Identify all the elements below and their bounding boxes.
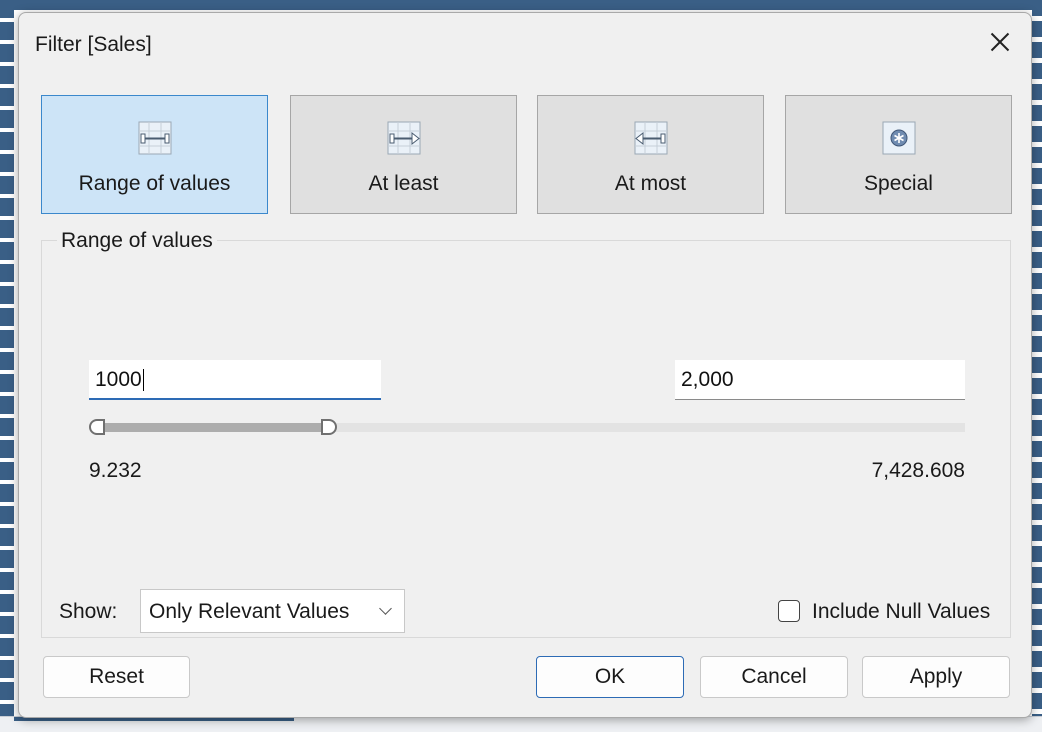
domain-max-label: 7,428.608 — [871, 459, 965, 482]
mode-range-of-values-button[interactable]: Range of values — [41, 95, 268, 214]
mode-label: At least — [368, 172, 439, 195]
dialog-title: Filter [Sales] — [35, 33, 152, 56]
domain-min-label: 9.232 — [89, 459, 142, 482]
range-slider-selection — [93, 423, 327, 432]
close-icon[interactable] — [987, 29, 1013, 55]
mode-label: At most — [614, 172, 687, 195]
include-null-label[interactable]: Include Null Values — [812, 600, 990, 624]
at-most-icon — [634, 121, 667, 155]
apply-button[interactable]: Apply — [862, 656, 1010, 698]
mode-label: Special — [864, 172, 933, 195]
background-app-left — [0, 0, 14, 731]
max-value-text: 2,000 — [681, 368, 734, 391]
text-caret — [142, 369, 144, 392]
mode-at-least-button[interactable]: At least — [290, 95, 517, 214]
mode-label: Range of values — [78, 172, 231, 195]
range-slider-max-handle[interactable] — [320, 419, 337, 435]
min-value-input[interactable]: 1000 — [89, 360, 381, 400]
group-label: Range of values — [57, 229, 217, 253]
background-app-right — [1032, 0, 1042, 731]
max-value-input[interactable]: 2,000 — [675, 360, 965, 400]
chevron-down-icon — [379, 602, 392, 615]
min-value-text: 1000 — [95, 368, 142, 391]
ok-button[interactable]: OK — [536, 656, 684, 698]
mode-at-most-button[interactable]: At most — [537, 95, 764, 214]
background-app-strip — [0, 0, 1042, 10]
filter-dialog: Filter [Sales] Range of values At least — [18, 12, 1032, 718]
include-null-checkbox[interactable] — [778, 600, 800, 622]
reset-button[interactable]: Reset — [43, 656, 190, 698]
range-slider-min-handle[interactable] — [89, 419, 105, 435]
show-label: Show: — [59, 600, 118, 623]
background-app-bottom — [0, 716, 1042, 732]
range-icon — [138, 121, 171, 155]
cancel-button[interactable]: Cancel — [700, 656, 848, 698]
at-least-icon — [387, 121, 420, 155]
special-icon — [882, 121, 915, 155]
range-of-values-group — [41, 240, 1011, 638]
show-values-selected: Only Relevant Values — [149, 600, 350, 623]
show-values-dropdown[interactable]: Only Relevant Values — [140, 589, 405, 633]
range-slider-track[interactable] — [93, 423, 965, 432]
mode-special-button[interactable]: Special — [785, 95, 1012, 214]
